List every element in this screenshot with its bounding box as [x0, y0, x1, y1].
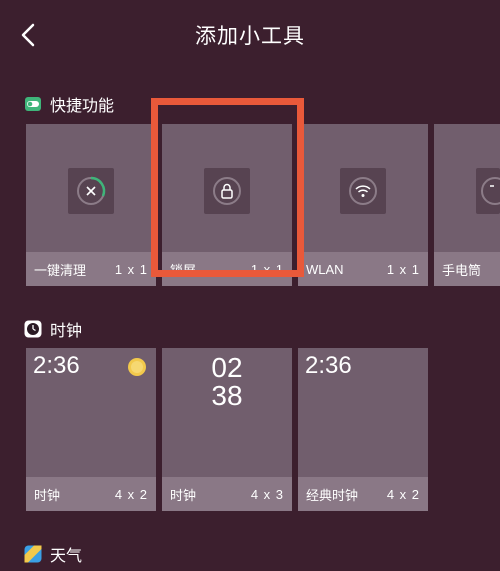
tile-label: 手电筒 — [442, 262, 482, 278]
tile-label: WLAN — [306, 261, 344, 277]
section-header-weather: 天气 — [24, 543, 82, 565]
tile-label: 时钟 — [170, 487, 197, 503]
weather-icon — [24, 545, 42, 563]
section-title: 天气 — [50, 548, 83, 565]
widget-tile-flashlight[interactable]: 手电筒 — [434, 124, 500, 286]
widget-tile-clock-4x3[interactable]: 02 38 时钟 4 x 3 — [162, 348, 292, 511]
widget-tile-wlan[interactable]: WLAN 1 x 1 — [298, 124, 428, 286]
tile-size: 4 x 2 — [114, 486, 148, 502]
cleanup-icon — [68, 168, 114, 214]
lock-icon — [204, 168, 250, 214]
header-bar: 添加小工具 — [0, 0, 500, 70]
tile-label: 经典时钟 — [306, 487, 359, 503]
tile-footer: 手电筒 — [434, 252, 500, 286]
tile-footer: 一键清理 1 x 1 — [26, 252, 156, 286]
widget-tile-clock-4x2[interactable]: 2:36 时钟 4 x 2 — [26, 348, 156, 511]
clock-time: 2:36 — [305, 352, 352, 379]
tile-size: 4 x 2 — [386, 486, 420, 502]
tile-size: 1 x 1 — [114, 261, 148, 277]
widget-tile-classic-clock[interactable]: 2:36 经典时钟 4 x 2 — [298, 348, 428, 511]
flashlight-icon — [476, 168, 500, 214]
tile-footer: WLAN 1 x 1 — [298, 252, 428, 286]
sun-icon — [128, 358, 146, 376]
clock-time: 2:36 — [33, 352, 80, 379]
tile-size: 1 x 1 — [250, 261, 284, 277]
widget-tile-lock-screen[interactable]: 锁屏 1 x 1 — [162, 124, 292, 286]
section-header-shortcuts: 快捷功能 — [24, 93, 114, 115]
tile-label: 时钟 — [34, 487, 61, 503]
section-title: 快捷功能 — [50, 98, 115, 115]
page-title: 添加小工具 — [195, 25, 305, 48]
clock-hour: 02 — [211, 352, 243, 383]
section-title: 时钟 — [50, 323, 83, 340]
tile-footer: 经典时钟 4 x 2 — [298, 477, 428, 511]
tile-size: 4 x 3 — [250, 486, 284, 502]
tile-label: 一键清理 — [34, 262, 87, 278]
tile-label: 锁屏 — [170, 262, 197, 278]
clock-icon — [24, 320, 42, 338]
tile-size: 1 x 1 — [386, 261, 420, 277]
widget-tile-cleanup[interactable]: 一键清理 1 x 1 — [26, 124, 156, 286]
clock-minute: 38 — [211, 380, 243, 411]
tile-footer: 时钟 4 x 2 — [26, 477, 156, 511]
wifi-icon — [340, 168, 386, 214]
tile-footer: 时钟 4 x 3 — [162, 477, 292, 511]
toggle-icon — [24, 95, 42, 113]
tile-footer: 锁屏 1 x 1 — [162, 252, 292, 286]
section-header-clock: 时钟 — [24, 318, 82, 340]
